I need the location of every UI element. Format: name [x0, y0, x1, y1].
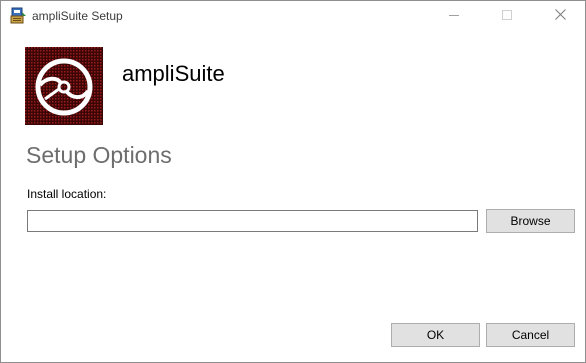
window-title: ampliSuite Setup	[32, 9, 123, 23]
minimize-icon	[449, 7, 459, 25]
page-title: Setup Options	[26, 142, 172, 168]
maximize-button[interactable]	[484, 1, 530, 31]
close-button[interactable]	[537, 1, 583, 31]
browse-button[interactable]: Browse	[486, 209, 575, 233]
install-location-label: Install location:	[27, 187, 107, 201]
installer-app-icon	[9, 7, 27, 25]
minimize-button[interactable]	[431, 1, 477, 31]
title-bar[interactable]: ampliSuite Setup	[1, 1, 585, 31]
install-location-input[interactable]	[27, 210, 478, 232]
ok-button[interactable]: OK	[391, 323, 480, 347]
maximize-icon	[502, 7, 512, 25]
product-logo	[25, 47, 103, 125]
setup-window: ampliSuite Setup ampliSuite Setup Option…	[0, 0, 586, 363]
disc-icon	[25, 47, 103, 125]
product-name: ampliSuite	[122, 61, 225, 86]
close-icon	[554, 7, 566, 25]
cancel-button[interactable]: Cancel	[486, 323, 575, 347]
